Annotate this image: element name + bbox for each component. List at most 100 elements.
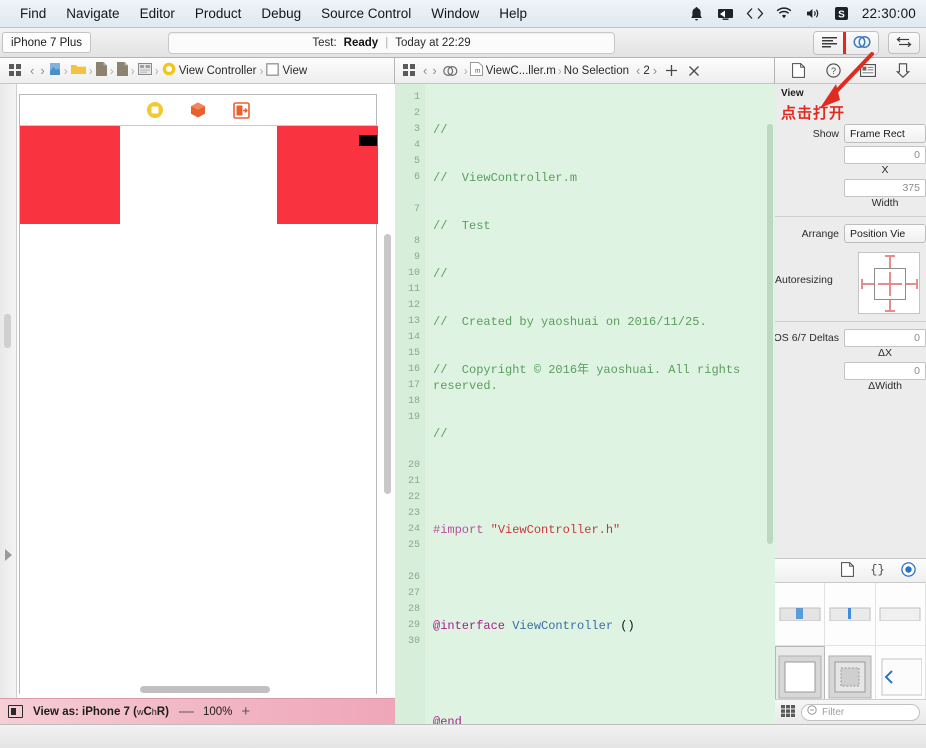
status-prefix: Test:	[312, 37, 337, 49]
menu-navigate[interactable]: Navigate	[56, 0, 129, 27]
library-filter-input[interactable]: Filter	[801, 703, 920, 721]
library-view-mode-icon[interactable]	[781, 704, 795, 720]
main-workspace: ‹ › › › › › › View Controller › View Vie…	[0, 58, 926, 724]
editor-scrollbar[interactable]	[767, 124, 773, 544]
exit-icon[interactable]	[232, 101, 251, 120]
breadcrumb-view[interactable]: View	[266, 62, 307, 79]
selection-handle[interactable]	[359, 135, 377, 146]
line-number: 20	[407, 460, 420, 471]
first-responder-icon[interactable]	[189, 101, 208, 120]
zoom-controls: — 100% +	[179, 703, 250, 720]
utility-pane: ? View 点击打开 Show Frame Rect 0 X 375 Widt…	[775, 58, 926, 724]
menu-find[interactable]: Find	[10, 0, 56, 27]
width-field[interactable]: 375	[844, 179, 926, 197]
code-line: // Created by yaoshuai on 2016/11/25.	[433, 315, 707, 329]
canvas-vertical-scrollbar[interactable]	[384, 234, 391, 494]
scheme-selector[interactable]: iPhone 7 Plus	[2, 32, 91, 53]
add-assistant-editor-button[interactable]	[660, 61, 682, 81]
breadcrumb-project[interactable]	[49, 62, 61, 79]
view-controller-scene[interactable]	[19, 94, 378, 698]
line-number: 21	[407, 476, 420, 487]
volume-icon[interactable]	[804, 5, 822, 23]
breadcrumb-file-1[interactable]	[95, 62, 107, 79]
library-object-grid[interactable]: Edit Item Q	[775, 583, 926, 700]
breadcrumb-source-file[interactable]: m ViewC...ller.m	[469, 62, 556, 79]
related-items-icon[interactable]	[4, 61, 26, 81]
code-text[interactable]: // // ViewController.m // Test // // Cre…	[425, 84, 775, 724]
wifi-icon[interactable]	[775, 5, 793, 23]
autoresizing-control[interactable]	[858, 252, 920, 314]
breadcrumb-storyboard[interactable]	[137, 63, 152, 78]
assistant-editor-button[interactable]	[843, 32, 878, 54]
macos-menubar: Find Navigate Editor Product Debug Sourc…	[0, 0, 926, 28]
ib-canvas[interactable]	[0, 84, 395, 698]
code-snippet-library-icon[interactable]: {}	[870, 562, 885, 579]
menu-editor[interactable]: Editor	[130, 0, 185, 27]
assistant-editor-icon[interactable]	[440, 61, 462, 81]
file-inspector-icon[interactable]	[787, 61, 809, 81]
line-number: 15	[407, 348, 420, 359]
breadcrumb-selection[interactable]: No Selection	[564, 65, 629, 77]
line-number: 8	[413, 236, 420, 247]
editor-mode-segmented-control	[813, 31, 879, 55]
scene-dock	[20, 95, 376, 126]
code-editor[interactable]: 1 2 3 4 5 6 7 8 9 10 11 12 13 14 15 16 1	[395, 84, 775, 724]
red-view-left[interactable]	[20, 126, 120, 224]
show-popup[interactable]: Frame Rect	[844, 124, 926, 143]
assistant-next-button[interactable]: ›	[651, 63, 659, 78]
back-button[interactable]: ‹	[28, 63, 36, 78]
library-item-container-view[interactable]	[825, 646, 876, 700]
view-controller-icon[interactable]	[146, 101, 165, 120]
forward-button[interactable]: ›	[38, 63, 46, 78]
editor-back-button[interactable]: ‹	[421, 63, 429, 78]
menubar-clock[interactable]: 22:30:00	[862, 6, 916, 21]
library-item-view[interactable]	[775, 646, 826, 700]
object-library-icon[interactable]	[901, 561, 916, 580]
menu-product[interactable]: Product	[185, 0, 252, 27]
standard-editor-button[interactable]	[814, 32, 846, 54]
canvas-horizontal-scrollbar[interactable]	[140, 686, 270, 693]
breadcrumb-folder[interactable]	[70, 63, 86, 78]
close-assistant-editor-button[interactable]	[683, 61, 705, 81]
zoom-out-button[interactable]: —	[179, 703, 194, 720]
version-editor-button[interactable]	[888, 32, 920, 54]
library-item-partial-top[interactable]	[775, 583, 826, 646]
breadcrumb-file-2[interactable]	[116, 62, 128, 79]
x-field[interactable]: 0	[844, 146, 926, 164]
arrange-popup[interactable]: Position Vie	[844, 224, 926, 243]
assistant-prev-button[interactable]: ‹	[634, 63, 642, 78]
code-brackets-icon[interactable]	[746, 5, 764, 23]
library-item-partial-top[interactable]	[825, 583, 876, 646]
root-view[interactable]	[20, 126, 378, 698]
delta-x-field[interactable]: 0	[844, 329, 926, 347]
menu-help[interactable]: Help	[489, 0, 537, 27]
panel-expand-arrow[interactable]	[5, 549, 12, 561]
library-item-partial-top[interactable]	[875, 583, 926, 646]
library-tab-bar: {}	[775, 559, 926, 583]
editor-forward-button[interactable]: ›	[430, 63, 438, 78]
screen-share-icon[interactable]	[717, 5, 735, 23]
quick-help-icon[interactable]: ?	[822, 61, 844, 81]
device-preview-icon[interactable]	[8, 705, 23, 718]
file-icon	[95, 62, 107, 79]
objc-file-icon: m	[469, 62, 483, 79]
menu-source-control[interactable]: Source Control	[311, 0, 421, 27]
panel-resize-handle[interactable]	[4, 314, 11, 348]
menu-window[interactable]: Window	[421, 0, 489, 27]
breadcrumb-view-controller[interactable]: View Controller	[162, 62, 256, 79]
menu-debug[interactable]: Debug	[251, 0, 311, 27]
delta-width-field[interactable]: 0	[844, 362, 926, 380]
view-as-label[interactable]: View as: iPhone 7 (wChR)	[33, 706, 169, 718]
code-line: //	[433, 123, 448, 137]
search-icon	[807, 705, 818, 719]
zoom-in-button[interactable]: +	[241, 703, 250, 720]
sogou-input-icon[interactable]: S	[833, 5, 851, 23]
filter-placeholder-text: Filter	[822, 706, 845, 718]
library-item-navigation-bar[interactable]	[875, 646, 926, 700]
related-items-icon[interactable]	[398, 61, 420, 81]
size-inspector-icon[interactable]	[892, 61, 914, 81]
bell-icon[interactable]	[688, 5, 706, 23]
file-template-library-icon[interactable]	[841, 561, 855, 580]
identity-inspector-icon[interactable]	[857, 61, 879, 81]
inspector-tab-bar: ?	[775, 58, 926, 84]
